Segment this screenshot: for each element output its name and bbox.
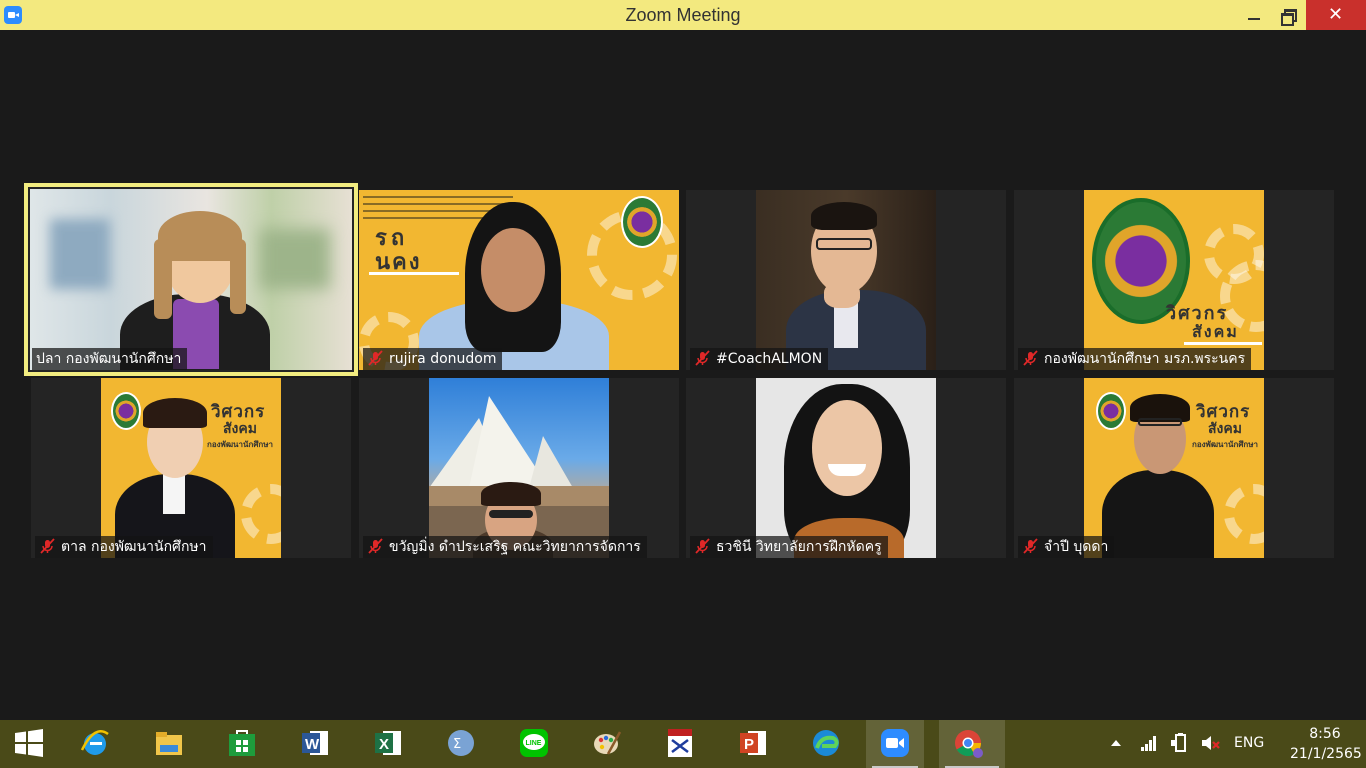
taskbar: W X Σ LINE P ENG 8:56 21/1/2565 [0,720,1366,768]
poster-text: สังคม [1208,421,1242,437]
word-icon: W [302,731,328,755]
taskbar-edge[interactable] [797,720,855,768]
video-feed [756,190,936,370]
lisrel-icon [668,729,692,757]
video-tile-3[interactable]: #CoachALMON [686,190,1006,370]
video-feed [756,378,936,558]
window-title: Zoom Meeting [625,5,741,25]
participant-name: ตาล กองพัฒนานักศึกษา [61,539,207,555]
video-feed: วิศวกร สังคม กองพัฒนานักศึกษา [101,378,281,558]
poster-text: กองพัฒนานักศึกษา [1192,440,1259,449]
folder-icon [156,732,182,755]
zoom-icon [881,729,909,757]
line-app-icon: LINE [520,729,548,757]
participant-name: ธวชินี วิทยาลัยการฝึกหัดครู [716,539,882,555]
participant-name: ปลา กองพัฒนานักศึกษา [36,351,182,367]
university-logo-icon [621,196,663,248]
taskbar-store[interactable] [213,720,271,768]
taskbar-lisrel[interactable] [651,720,709,768]
chrome-icon [955,730,983,758]
video-feed [429,378,609,558]
video-tile-5[interactable]: วิศวกร สังคม กองพัฒนานักศึกษา ตาล กองพัฒ… [31,378,351,558]
edge-icon [813,730,839,756]
participant-name: #CoachALMON [716,351,823,367]
powerpoint-icon: P [740,731,766,755]
participant-name: ขวัญมิ่ง ดำประเสริฐ คณะวิทยาการจัดการ [389,539,641,555]
start-button[interactable] [0,720,58,768]
mic-muted-icon [694,538,710,554]
svg-text:X: X [379,736,389,753]
mic-muted-icon [367,538,383,554]
mic-muted-icon [367,350,383,366]
math-input-icon: Σ [448,730,474,756]
close-icon: ✕ [1328,4,1344,25]
video-tile-7[interactable]: ธวชินี วิทยาลัยการฝึกหัดครู [686,378,1006,558]
svg-text:Σ: Σ [453,737,461,752]
clock[interactable]: 8:56 21/1/2565 [1290,724,1362,764]
video-feed: รถ นคง [359,190,679,370]
taskbar-zoom[interactable] [866,720,924,768]
participant-name-tag: จำปี บุดดา [1018,536,1115,558]
volume-muted-icon[interactable] [1198,720,1222,768]
university-logo-icon [1096,392,1126,430]
taskbar-line[interactable]: LINE [505,720,563,768]
show-hidden-icons-button[interactable] [1108,720,1126,768]
participant-name-tag: #CoachALMON [690,348,829,370]
mic-muted-icon [1022,350,1038,366]
taskbar-math-input[interactable]: Σ [432,720,490,768]
university-logo-icon [111,392,141,430]
taskbar-powerpoint[interactable]: P [724,720,782,768]
video-tile-8[interactable]: วิศวกร สังคม กองพัฒนานักศึกษา จำปี บุดดา [1014,378,1334,558]
windows-logo-icon [15,729,43,757]
mic-muted-icon [39,538,55,554]
taskbar-file-explorer[interactable] [140,720,198,768]
taskbar-internet-explorer[interactable] [66,720,124,768]
participant-name-tag: rujira donudom [363,348,503,370]
battery-icon[interactable] [1168,720,1190,768]
participant-name: กองพัฒนานักศึกษา มรภ.พระนคร [1044,351,1246,367]
svg-text:LINE: LINE [526,740,542,747]
mic-muted-icon [694,350,710,366]
internet-explorer-icon [80,730,109,755]
taskbar-chrome[interactable] [939,720,1005,768]
clock-time: 8:56 [1309,726,1341,742]
video-tile-1[interactable]: ปลา กองพัฒนานักศึกษา [24,183,358,376]
chevron-up-icon [1111,740,1121,746]
mic-muted-icon [1022,538,1038,554]
title-bar: Zoom Meeting ✕ [0,0,1366,30]
participant-name-tag: ตาล กองพัฒนานักศึกษา [35,536,213,558]
participant-name-tag: ขวัญมิ่ง ดำประเสริฐ คณะวิทยาการจัดการ [363,536,647,558]
svg-text:P: P [744,736,754,753]
participant-name-tag: ธวชินี วิทยาลัยการฝึกหัดครู [690,536,888,558]
poster-text: กองพัฒนานักศึกษา [207,440,274,449]
taskbar-paint[interactable] [578,720,636,768]
video-feed: วิศวกร สังคม [1084,190,1264,370]
taskbar-excel[interactable]: X [359,720,417,768]
clock-date: 21/1/2565 [1290,746,1362,762]
network-icon[interactable] [1138,720,1160,768]
close-button[interactable]: ✕ [1306,0,1366,30]
participant-name-tag: กองพัฒนานักศึกษา มรภ.พระนคร [1018,348,1252,370]
poster-text: สังคม [223,421,257,437]
input-language[interactable]: ENG [1234,735,1264,751]
svg-text:W: W [305,736,320,753]
video-tile-4[interactable]: วิศวกร สังคม กองพัฒนานักศึกษา มรภ.พระนคร [1014,190,1334,370]
video-feed: วิศวกร สังคม กองพัฒนานักศึกษา [1084,378,1264,558]
participant-name: rujira donudom [389,351,497,367]
taskbar-word[interactable]: W [286,720,344,768]
participant-name-tag: ปลา กองพัฒนานักศึกษา [32,348,188,370]
paint-palette-icon [594,731,622,755]
video-tile-2[interactable]: รถ นคง rujira donudom [359,190,679,370]
video-tile-6[interactable]: ขวัญมิ่ง ดำประเสริฐ คณะวิทยาการจัดการ [359,378,679,558]
participant-name: จำปี บุดดา [1044,539,1109,555]
video-feed [30,189,352,370]
store-icon [229,730,255,756]
excel-icon: X [375,731,401,755]
